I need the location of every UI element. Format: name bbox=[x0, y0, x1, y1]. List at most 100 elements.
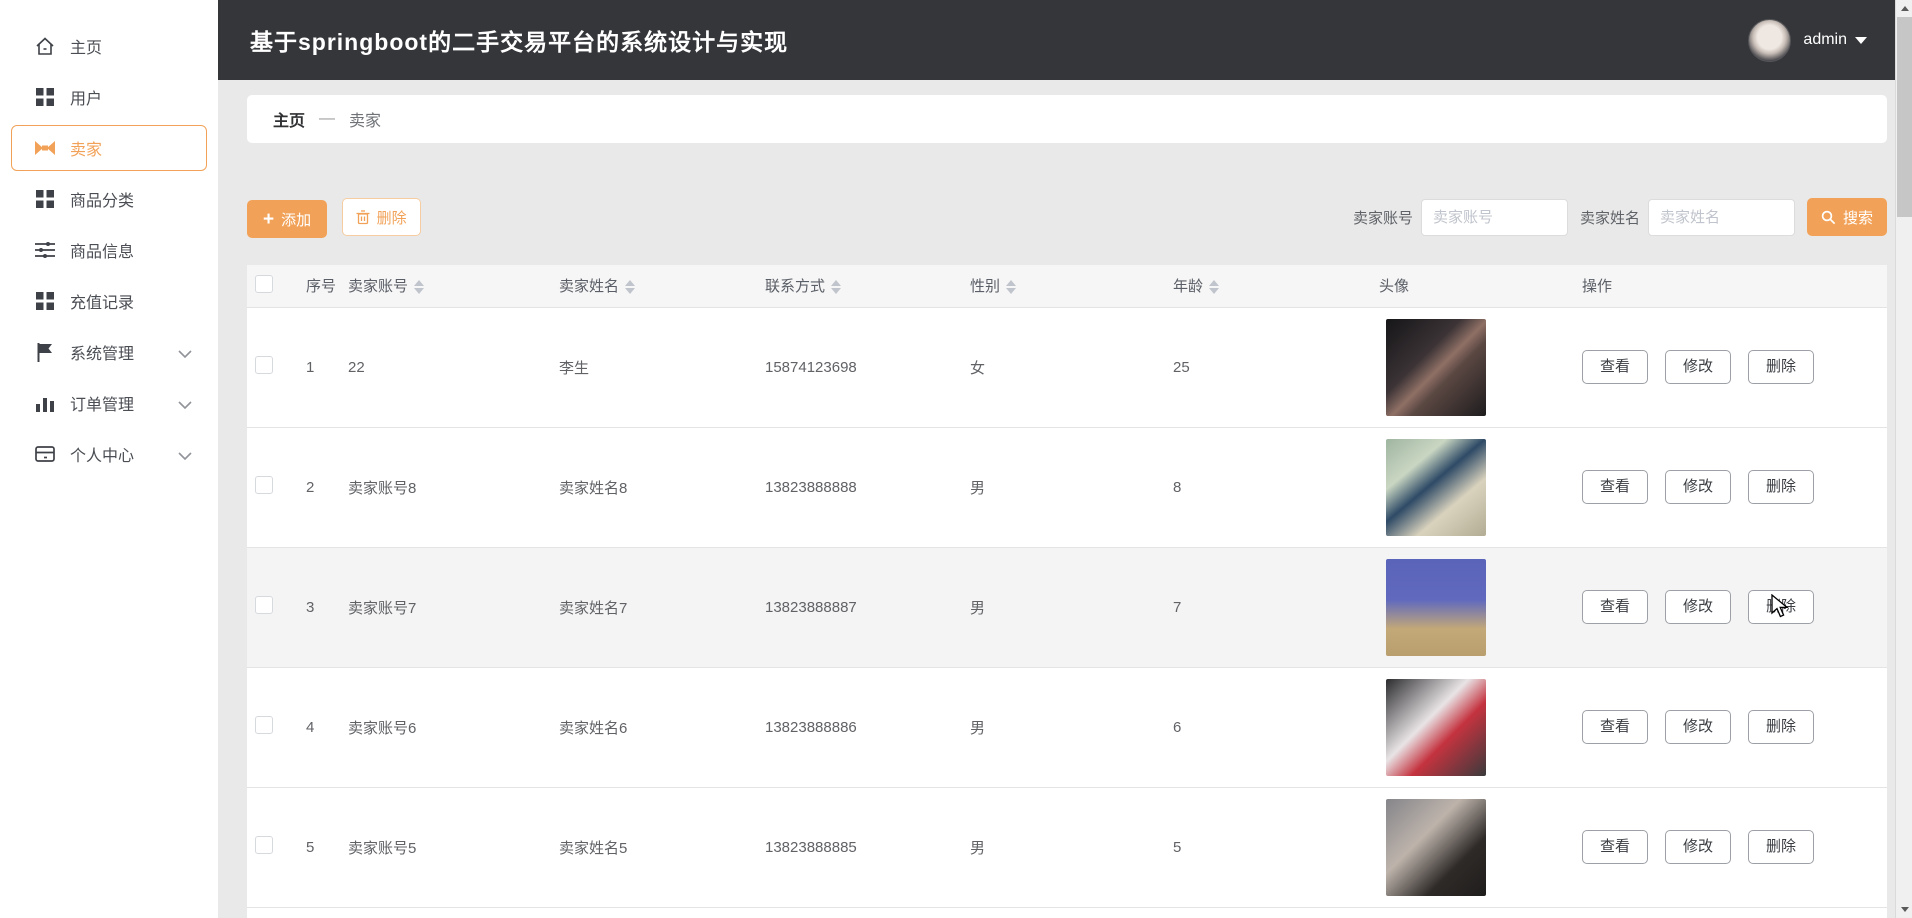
cell-age: 5 bbox=[1164, 787, 1370, 907]
sidebar-item-label: 个人中心 bbox=[70, 442, 134, 466]
row-checkbox[interactable] bbox=[255, 596, 273, 614]
page-title: 基于springboot的二手交易平台的系统设计与实现 bbox=[250, 23, 788, 57]
sort-caret-icon[interactable] bbox=[831, 280, 841, 294]
seller-avatar bbox=[1386, 319, 1486, 416]
seller-account-label: 卖家账号 bbox=[1353, 207, 1413, 228]
sidebar-item-label: 订单管理 bbox=[70, 391, 134, 415]
column-header-contact[interactable]: 联系方式 bbox=[756, 265, 961, 307]
seller-avatar bbox=[1386, 559, 1486, 656]
breadcrumb-home[interactable]: 主页 bbox=[273, 107, 305, 131]
view-button[interactable]: 查看 bbox=[1582, 710, 1648, 744]
seller-name-label: 卖家姓名 bbox=[1580, 207, 1640, 228]
edit-button[interactable]: 修改 bbox=[1665, 350, 1731, 384]
view-button[interactable]: 查看 bbox=[1582, 830, 1648, 864]
table-row: 5 卖家账号5 卖家姓名5 13823888885 男 5 查看修改删除 bbox=[247, 787, 1887, 907]
cell-age: 6 bbox=[1164, 667, 1370, 787]
delete-row-button[interactable]: 删除 bbox=[1748, 590, 1814, 624]
sort-caret-icon[interactable] bbox=[1209, 280, 1219, 294]
cell-no: 5 bbox=[297, 787, 339, 907]
scroll-up-arrow-icon[interactable] bbox=[1896, 0, 1912, 17]
cell-contact: 13823888888 bbox=[756, 427, 961, 547]
view-button[interactable]: 查看 bbox=[1582, 590, 1648, 624]
home-icon bbox=[34, 37, 56, 55]
grid-icon bbox=[34, 292, 56, 310]
sidebar-item-users[interactable]: 用户 bbox=[11, 74, 207, 120]
user-menu[interactable]: admin bbox=[1748, 0, 1867, 80]
sort-caret-icon[interactable] bbox=[625, 280, 635, 294]
edit-button[interactable]: 修改 bbox=[1665, 830, 1731, 864]
cell-gender: 男 bbox=[961, 667, 1164, 787]
delete-row-button[interactable]: 删除 bbox=[1748, 710, 1814, 744]
row-checkbox[interactable] bbox=[255, 476, 273, 494]
add-button[interactable]: + 添加 bbox=[247, 200, 327, 238]
cell-name: 卖家姓名6 bbox=[550, 667, 756, 787]
sidebar-item-order-management[interactable]: 订单管理 bbox=[11, 380, 207, 426]
select-all-checkbox[interactable] bbox=[255, 275, 273, 293]
cell-name: 卖家姓名8 bbox=[550, 427, 756, 547]
cell-no: 3 bbox=[297, 547, 339, 667]
sidebar-item-home[interactable]: 主页 bbox=[11, 23, 207, 69]
edit-button[interactable]: 修改 bbox=[1665, 710, 1731, 744]
seller-name-input[interactable] bbox=[1648, 199, 1795, 236]
sidebar-item-label: 系统管理 bbox=[70, 340, 134, 364]
cell-gender: 男 bbox=[961, 787, 1164, 907]
cell-name: 卖家姓名7 bbox=[550, 547, 756, 667]
column-header-account[interactable]: 卖家账号 bbox=[339, 265, 550, 307]
column-header-actions: 操作 bbox=[1573, 265, 1887, 307]
sidebar-item-personal-center[interactable]: 个人中心 bbox=[11, 431, 207, 477]
user-avatar[interactable] bbox=[1748, 19, 1791, 62]
cell-contact: 13823888885 bbox=[756, 787, 961, 907]
view-button[interactable]: 查看 bbox=[1582, 470, 1648, 504]
search-icon bbox=[1821, 210, 1836, 225]
cell-account: 卖家账号5 bbox=[339, 787, 550, 907]
sidebar-item-label: 卖家 bbox=[70, 136, 102, 160]
scroll-down-arrow-icon[interactable] bbox=[1896, 901, 1912, 918]
column-header-gender[interactable]: 性别 bbox=[961, 265, 1164, 307]
sidebar-item-product-info[interactable]: 商品信息 bbox=[11, 227, 207, 273]
cell-actions: 查看修改删除 bbox=[1573, 547, 1887, 667]
ticket-icon bbox=[34, 139, 56, 157]
cell-account: 卖家账号7 bbox=[339, 547, 550, 667]
edit-button[interactable]: 修改 bbox=[1665, 470, 1731, 504]
chevron-down-icon bbox=[178, 448, 192, 466]
search-button[interactable]: 搜索 bbox=[1807, 198, 1887, 236]
row-checkbox[interactable] bbox=[255, 716, 273, 734]
delete-row-button[interactable]: 删除 bbox=[1748, 470, 1814, 504]
table-row: 4 卖家账号6 卖家姓名6 13823888886 男 6 查看修改删除 bbox=[247, 667, 1887, 787]
scrollbar-thumb[interactable] bbox=[1897, 17, 1912, 217]
breadcrumb-current: 卖家 bbox=[349, 107, 381, 131]
plus-icon: + bbox=[263, 210, 274, 229]
column-header-name[interactable]: 卖家姓名 bbox=[550, 265, 756, 307]
sidebar-item-label: 商品信息 bbox=[70, 238, 134, 262]
seller-avatar bbox=[1386, 439, 1486, 536]
sidebar-item-recharge-records[interactable]: 充值记录 bbox=[11, 278, 207, 324]
column-header-avatar: 头像 bbox=[1370, 265, 1573, 307]
table-row: 3 卖家账号7 卖家姓名7 13823888887 男 7 查看修改删除 bbox=[247, 547, 1887, 667]
delete-row-button[interactable]: 删除 bbox=[1748, 830, 1814, 864]
cell-age: 8 bbox=[1164, 427, 1370, 547]
column-header-age[interactable]: 年龄 bbox=[1164, 265, 1370, 307]
seller-account-input[interactable] bbox=[1421, 199, 1568, 236]
sort-caret-icon[interactable] bbox=[1006, 280, 1016, 294]
breadcrumb-separator: — bbox=[319, 110, 335, 128]
edit-button[interactable]: 修改 bbox=[1665, 590, 1731, 624]
row-checkbox[interactable] bbox=[255, 836, 273, 854]
page-scrollbar[interactable] bbox=[1895, 0, 1912, 918]
cell-name: 卖家姓名5 bbox=[550, 787, 756, 907]
cell-actions: 查看修改删除 bbox=[1573, 787, 1887, 907]
view-button[interactable]: 查看 bbox=[1582, 350, 1648, 384]
cell-name: 李生 bbox=[550, 307, 756, 427]
sellers-table-card: 序号卖家账号卖家姓名联系方式性别年龄头像操作 1 22 李生 158741236… bbox=[247, 265, 1887, 918]
sort-caret-icon[interactable] bbox=[414, 280, 424, 294]
row-checkbox[interactable] bbox=[255, 356, 273, 374]
delete-button[interactable]: 删除 bbox=[342, 198, 421, 236]
sidebar-item-product-category[interactable]: 商品分类 bbox=[11, 176, 207, 222]
cell-age: 25 bbox=[1164, 307, 1370, 427]
flag-icon bbox=[34, 343, 56, 361]
table-header-row: 序号卖家账号卖家姓名联系方式性别年龄头像操作 bbox=[247, 265, 1887, 307]
sidebar-item-system-management[interactable]: 系统管理 bbox=[11, 329, 207, 375]
delete-row-button[interactable]: 删除 bbox=[1748, 350, 1814, 384]
sidebar-item-sellers[interactable]: 卖家 bbox=[11, 125, 207, 171]
cell-avatar bbox=[1370, 427, 1573, 547]
sidebar-item-label: 商品分类 bbox=[70, 187, 134, 211]
